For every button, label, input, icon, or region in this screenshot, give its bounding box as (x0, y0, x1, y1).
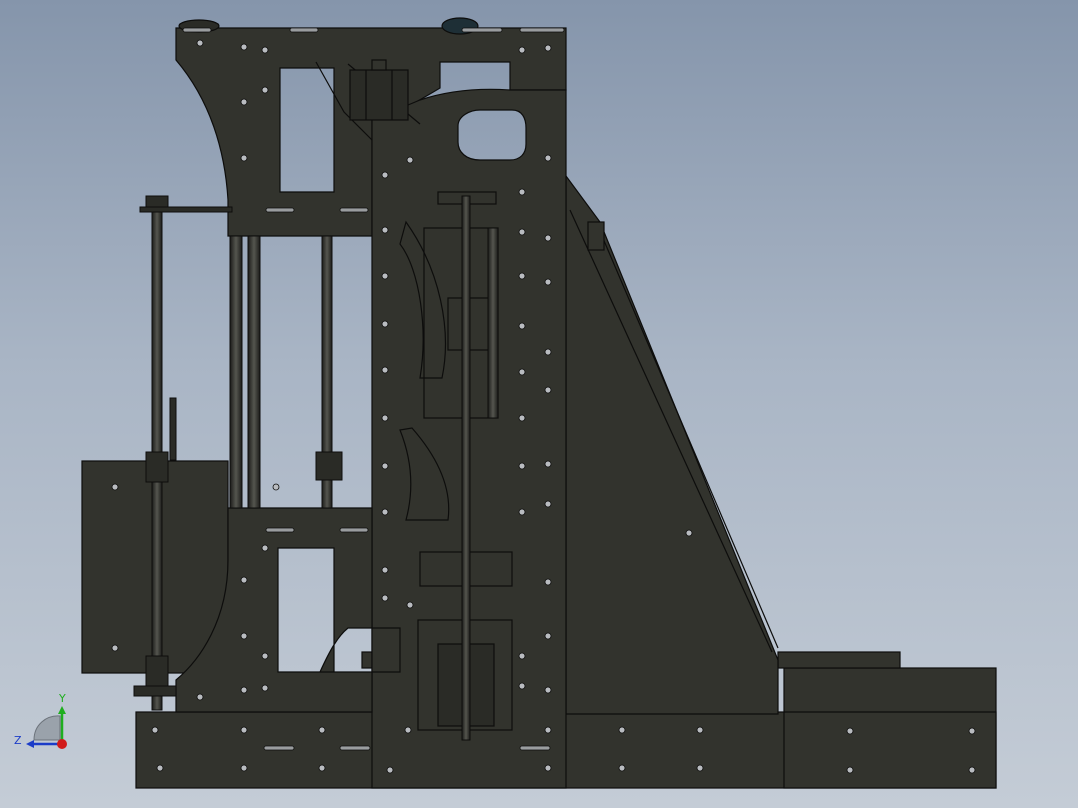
cad-viewport[interactable]: Y Z (0, 0, 1078, 808)
triad-arc (33, 715, 61, 741)
triad-x-axis (57, 739, 67, 749)
triad-y-label: Y (58, 692, 66, 705)
triad-z-label: Z (14, 734, 22, 747)
orientation-triad: Y Z (14, 692, 67, 749)
